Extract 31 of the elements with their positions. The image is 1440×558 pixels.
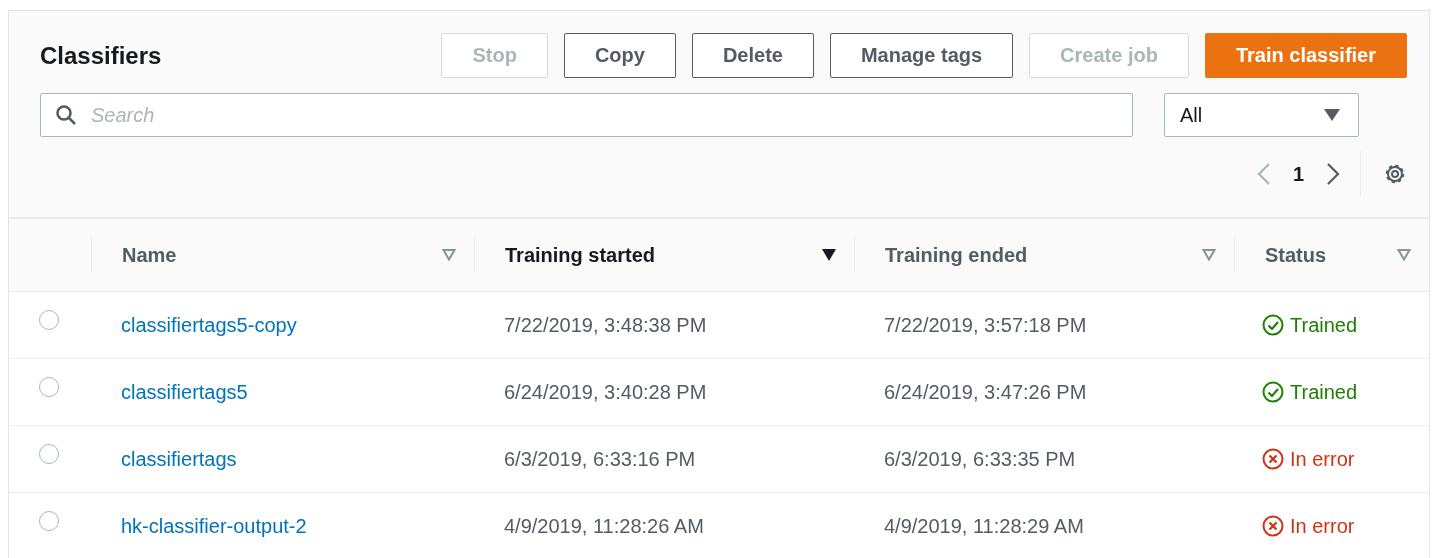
- sort-icon[interactable]: [822, 249, 836, 261]
- classifier-link[interactable]: classifiertags: [121, 447, 237, 471]
- column-header[interactable]: Name: [122, 243, 177, 267]
- classifier-link[interactable]: classifiertags5: [121, 380, 248, 404]
- classifier-link[interactable]: hk-classifier-output-2: [121, 514, 307, 538]
- next-page-icon[interactable]: [1326, 162, 1340, 186]
- search-field[interactable]: Search: [40, 93, 1133, 137]
- table-cell-text: 7/22/2019, 3:48:38 PM: [503, 313, 708, 337]
- action-button[interactable]: Delete: [691, 33, 814, 78]
- table-cell-text: 6/24/2019, 3:47:26 PM: [883, 380, 1088, 404]
- table-cell-text: 6/3/2019, 6:33:35 PM: [883, 447, 1077, 471]
- table-cell-text: 4/9/2019, 11:28:29 AM: [883, 514, 1085, 538]
- page-number[interactable]: 1: [1292, 162, 1304, 186]
- status-label: Trained: [1290, 313, 1358, 337]
- page-title: Classifiers: [40, 41, 163, 70]
- table-cell-text: 4/9/2019, 11:28:26 AM: [503, 514, 705, 538]
- action-button[interactable]: Manage tags: [829, 33, 1014, 78]
- table-cell-text: 6/24/2019, 3:40:28 PM: [503, 380, 708, 404]
- caret-icon: [1324, 109, 1340, 121]
- status-label: In error: [1290, 447, 1355, 471]
- classifier-link[interactable]: classifiertags5-copy: [121, 313, 297, 337]
- column-header[interactable]: Training ended: [885, 243, 1028, 267]
- filter-dropdown[interactable]: All: [1164, 93, 1359, 137]
- action-button[interactable]: Copy: [563, 33, 676, 78]
- column-header[interactable]: Status: [1265, 243, 1327, 267]
- status-label: Trained: [1290, 380, 1358, 404]
- table-cell-text: 6/3/2019, 6:33:16 PM: [503, 447, 697, 471]
- status-label: In error: [1290, 514, 1355, 538]
- table-cell-text: 7/22/2019, 3:57:18 PM: [883, 313, 1088, 337]
- column-header[interactable]: Training started: [505, 243, 656, 267]
- settings-icon[interactable]: [1383, 162, 1407, 186]
